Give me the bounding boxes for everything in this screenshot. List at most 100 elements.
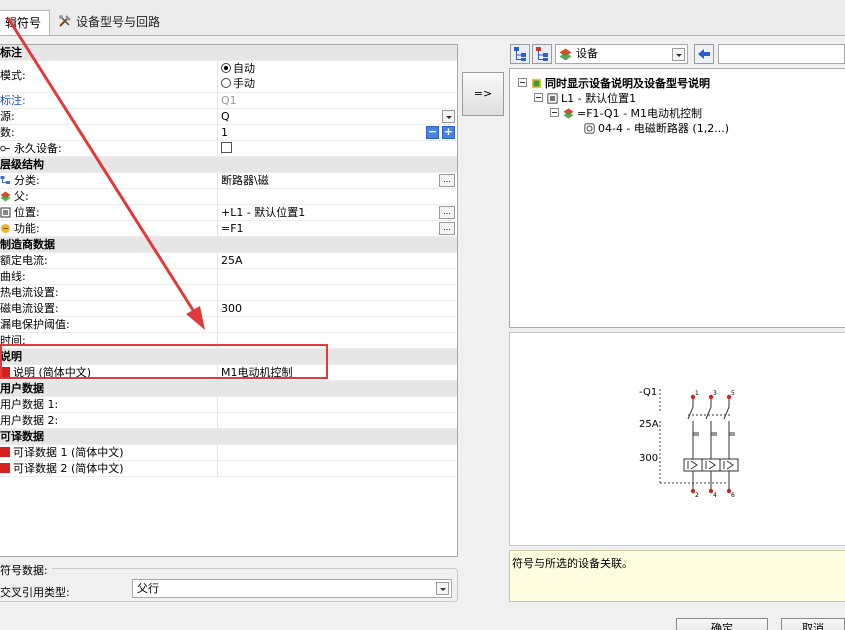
- device-select[interactable]: 设备: [555, 44, 688, 64]
- prop-location[interactable]: 位置: +L1 - 默认位置1 …: [0, 205, 457, 221]
- prop-source-value[interactable]: Q: [221, 109, 457, 125]
- prop-curve[interactable]: 曲线:: [0, 269, 457, 285]
- prop-translatable-2[interactable]: 可译数据 2 (简体中文): [0, 461, 457, 477]
- source-dropdown-button[interactable]: [442, 110, 455, 123]
- prop-function[interactable]: 功能: =F1 …: [0, 221, 457, 237]
- prop-translatable-1-value[interactable]: [221, 445, 457, 461]
- cross-ref-type-value: 父行: [137, 582, 159, 595]
- increment-button[interactable]: +: [442, 126, 455, 139]
- cross-ref-type-select[interactable]: 父行: [132, 579, 452, 598]
- tree-collapse-icon[interactable]: [550, 108, 559, 117]
- assign-button[interactable]: =>: [462, 72, 504, 116]
- permanent-device-checkbox[interactable]: [221, 142, 232, 153]
- prop-count-value[interactable]: 1: [221, 125, 457, 141]
- category-translatable-data[interactable]: 可译数据: [0, 429, 457, 445]
- radio-auto[interactable]: 自动: [221, 61, 457, 76]
- location-icon: [0, 207, 11, 218]
- prop-parent-value[interactable]: [221, 189, 457, 205]
- prop-function-value[interactable]: =F1: [221, 221, 457, 237]
- prop-label: 可译数据 1 (简体中文): [13, 446, 124, 459]
- prop-magnetic-setting-value[interactable]: 300: [221, 301, 457, 317]
- tree-node-root[interactable]: 同时显示设备说明及设备型号说明: [518, 76, 710, 91]
- tab-edit-symbol[interactable]: 辑符号: [0, 10, 50, 36]
- prop-user-data-2-value[interactable]: [221, 413, 457, 429]
- status-text: 符号与所选的设备关联。: [512, 557, 633, 570]
- permanent-device-value: [221, 141, 457, 157]
- decrement-button[interactable]: −: [426, 126, 439, 139]
- status-message: 符号与所选的设备关联。: [509, 550, 845, 602]
- device-icon: [563, 108, 574, 119]
- category-label: 层级结构: [0, 158, 44, 171]
- prop-permanent-device[interactable]: 永久设备:: [0, 141, 457, 157]
- prop-translatable-2-value[interactable]: [221, 461, 457, 477]
- prop-classification-value[interactable]: 断路器\磁: [221, 173, 457, 189]
- prop-label-wrap: 可译数据 2 (简体中文): [0, 461, 218, 477]
- prop-label-wrap: 可译数据 1 (简体中文): [0, 445, 218, 461]
- function-browse-button[interactable]: …: [439, 222, 455, 235]
- prop-classification[interactable]: 分类: 断路器\磁 …: [0, 173, 457, 189]
- prop-tag-value[interactable]: Q1: [221, 93, 457, 109]
- location-browse-button[interactable]: …: [439, 206, 455, 219]
- prop-magnetic-setting[interactable]: 磁电流设置: 300: [0, 301, 457, 317]
- prop-thermal-setting-value[interactable]: [221, 285, 457, 301]
- prop-mode: 模式: 自动 手动: [0, 61, 457, 93]
- chevron-down-icon[interactable]: [672, 48, 685, 61]
- prop-curve-value[interactable]: [221, 269, 457, 285]
- device-tree: 同时显示设备说明及设备型号说明 L1 - 默认位置1 =F1-Q1 - M1电动…: [509, 68, 845, 328]
- tree-collapse-icon[interactable]: [534, 93, 543, 102]
- prop-user-data-1-value[interactable]: [221, 397, 457, 413]
- ok-button[interactable]: 确定: [676, 618, 768, 630]
- tree-view-button[interactable]: [510, 44, 530, 64]
- category-hierarchy[interactable]: 层级结构: [0, 157, 457, 173]
- prop-tag[interactable]: 标注: Q1: [0, 93, 457, 109]
- tree-collapse-icon[interactable]: [518, 78, 527, 87]
- model-icon: [584, 123, 595, 134]
- link-icon: [0, 145, 10, 152]
- radio-auto-indicator[interactable]: [221, 63, 231, 73]
- prop-parent[interactable]: 父:: [0, 189, 457, 205]
- category-manufacturer-data[interactable]: 制造商数据: [0, 237, 457, 253]
- prop-label: 源:: [0, 109, 218, 125]
- tree-node-location[interactable]: L1 - 默认位置1: [534, 91, 636, 106]
- prop-location-value[interactable]: +L1 - 默认位置1: [221, 205, 457, 221]
- terminal-bottom-4: 4: [713, 492, 717, 499]
- prop-source[interactable]: 源: Q: [0, 109, 457, 125]
- prop-label: 功能:: [14, 222, 40, 235]
- prop-label: 父:: [14, 190, 29, 203]
- prop-user-data-2[interactable]: 用户数据 2:: [0, 413, 457, 429]
- prop-rated-current-value[interactable]: 25A: [221, 253, 457, 269]
- prop-leakage-threshold[interactable]: 漏电保护阈值:: [0, 317, 457, 333]
- classification-browse-button[interactable]: …: [439, 174, 455, 187]
- tree-filter-button[interactable]: [532, 44, 552, 64]
- prop-label: 用户数据 2:: [0, 413, 218, 429]
- radio-manual[interactable]: 手动: [221, 76, 457, 91]
- category-annotation[interactable]: 标注: [0, 45, 457, 61]
- annotation-highlight-box: [0, 344, 328, 379]
- prop-label: 磁电流设置:: [0, 301, 218, 317]
- prop-label-wrap: 功能:: [0, 221, 218, 237]
- prop-label: 标注:: [0, 93, 218, 109]
- cancel-button[interactable]: 取消: [781, 618, 845, 630]
- prop-translatable-1[interactable]: 可译数据 1 (简体中文): [0, 445, 457, 461]
- tab-device-model-circuit-label: 设备型号与回路: [76, 15, 161, 29]
- prop-leakage-threshold-value[interactable]: [221, 317, 457, 333]
- tree-node-model[interactable]: 04-4 - 电磁断路器 (1,2...): [584, 121, 729, 136]
- tree-filter-icon: [536, 47, 548, 61]
- category-user-data[interactable]: 用户数据: [0, 381, 457, 397]
- tab-device-model-circuit[interactable]: 设备型号与回路: [52, 10, 172, 36]
- prop-rated-current[interactable]: 额定电流: 25A: [0, 253, 457, 269]
- tree-node-device[interactable]: =F1-Q1 - M1电动机控制: [550, 106, 702, 121]
- back-button[interactable]: [694, 44, 714, 64]
- chevron-down-icon[interactable]: [436, 582, 449, 595]
- symbol-preview: -Q1 25A 300 1 3 5 2 4 6: [509, 332, 845, 546]
- flag-icon: [0, 447, 10, 457]
- prop-user-data-1[interactable]: 用户数据 1:: [0, 397, 457, 413]
- radio-manual-indicator[interactable]: [221, 78, 231, 88]
- tree-icon: [514, 47, 526, 61]
- breaker-symbol-diagram: -Q1 25A 300 1 3 5 2 4 6: [639, 387, 739, 499]
- prop-count[interactable]: 数: 1 − +: [0, 125, 457, 141]
- search-input[interactable]: [718, 44, 845, 64]
- preview-tag: -Q1: [639, 387, 657, 398]
- prop-thermal-setting[interactable]: 热电流设置:: [0, 285, 457, 301]
- flag-icon: [0, 463, 10, 473]
